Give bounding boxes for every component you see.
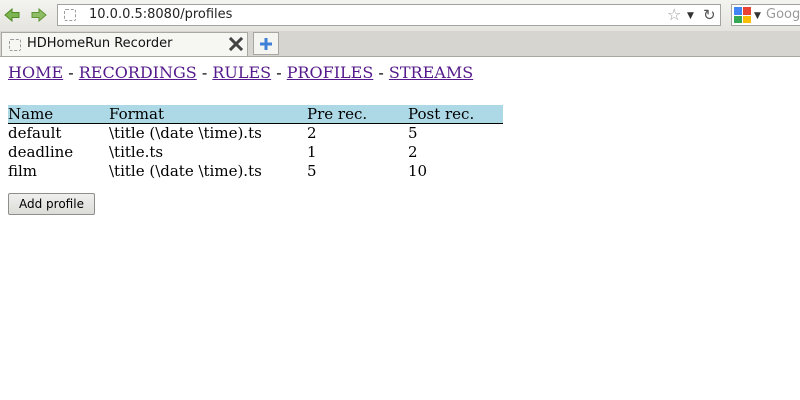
tab-strip: HDHomeRun Recorder — [0, 31, 800, 57]
search-placeholder[interactable]: Goog — [766, 7, 800, 22]
favicon-icon — [9, 39, 21, 51]
forward-arrow-icon — [31, 8, 47, 22]
profile-name: default — [8, 124, 62, 142]
table-row: default \title (\date \time).ts 2 5 — [8, 124, 503, 144]
search-engine-icon[interactable] — [734, 7, 751, 23]
page-content: HOME - RECORDINGS - RULES - PROFILES - S… — [8, 58, 503, 215]
table-header-row: Name Format Pre rec. Post rec. — [8, 105, 503, 124]
profile-pre-rec: 2 — [307, 124, 317, 142]
nav-separator: - — [196, 63, 213, 82]
history-dropdown-icon[interactable]: ▼ — [687, 11, 694, 21]
tab-hdhomerun-recorder[interactable]: HDHomeRun Recorder — [1, 32, 248, 56]
site-identity-icon[interactable] — [64, 9, 76, 21]
close-icon[interactable] — [229, 37, 243, 51]
column-header-format: Format — [109, 105, 307, 124]
new-tab-button[interactable] — [253, 32, 279, 55]
forward-button[interactable] — [30, 7, 48, 23]
column-header-pre-rec: Pre rec. — [307, 105, 408, 124]
profile-post-rec: 2 — [408, 143, 418, 161]
back-arrow-icon — [4, 8, 20, 22]
profile-post-rec: 10 — [408, 162, 428, 180]
profile-format: \title.ts — [109, 143, 164, 161]
nav-link-recordings[interactable]: RECORDINGS — [79, 63, 197, 82]
url-text[interactable]: 10.0.0.5:8080/profiles — [89, 7, 232, 22]
star-icon[interactable]: ☆ — [667, 7, 681, 23]
nav-link-streams[interactable]: STREAMS — [389, 63, 473, 82]
browser-toolbar: 10.0.0.5:8080/profiles ☆ ▼ ↻ ▼ Goog — [0, 0, 800, 31]
profiles-table: Name Format Pre rec. Post rec. default \… — [8, 105, 503, 181]
tab-title: HDHomeRun Recorder — [27, 36, 173, 51]
profile-post-rec: 5 — [408, 124, 418, 142]
nav-link-home[interactable]: HOME — [8, 63, 63, 82]
profile-format: \title (\date \time).ts — [109, 162, 262, 180]
nav-link-profiles[interactable]: PROFILES — [287, 63, 374, 82]
table-row: deadline \title.ts 1 2 — [8, 143, 503, 162]
nav-separator: - — [271, 63, 287, 82]
column-header-name: Name — [8, 105, 109, 124]
table-row: film \title (\date \time).ts 5 10 — [8, 162, 503, 181]
profile-format: \title (\date \time).ts — [109, 124, 262, 142]
profile-name: deadline — [8, 143, 74, 161]
nav-separator: - — [63, 63, 79, 82]
main-nav: HOME - RECORDINGS - RULES - PROFILES - S… — [8, 64, 503, 82]
reload-icon[interactable]: ↻ — [703, 6, 716, 24]
column-header-post-rec: Post rec. — [408, 105, 503, 124]
search-bar[interactable]: ▼ Goog — [731, 4, 800, 26]
chevron-down-icon[interactable]: ▼ — [754, 11, 761, 21]
profile-pre-rec: 5 — [307, 162, 317, 180]
nav-link-rules[interactable]: RULES — [212, 63, 271, 82]
nav-separator: - — [373, 63, 389, 82]
profile-pre-rec: 1 — [307, 143, 317, 161]
url-bar[interactable]: 10.0.0.5:8080/profiles ☆ ▼ ↻ — [57, 4, 721, 26]
add-profile-button[interactable]: Add profile — [8, 193, 95, 215]
plus-icon — [260, 37, 272, 50]
back-button[interactable] — [3, 7, 21, 23]
profile-name: film — [8, 162, 38, 180]
